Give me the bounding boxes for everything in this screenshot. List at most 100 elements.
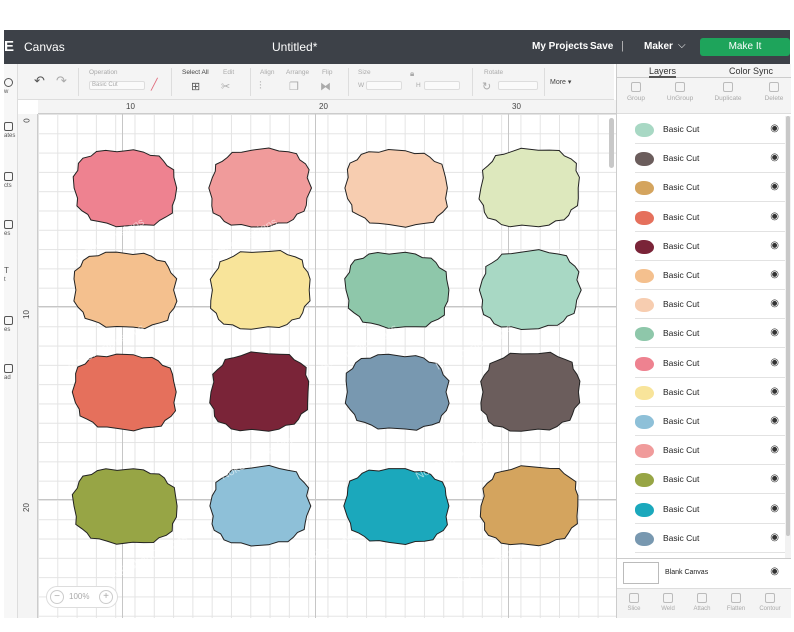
more-menu[interactable]: More ▾	[550, 78, 571, 86]
flip-icon[interactable]: ⧓	[320, 80, 331, 93]
eye-icon[interactable]: ◉	[770, 123, 779, 134]
document-title[interactable]: Untitled*	[272, 40, 317, 54]
pen-icon[interactable]: ╱	[151, 78, 158, 91]
layer-row[interactable]: Basic Cut ◉	[635, 291, 785, 320]
size-label: Size	[358, 69, 371, 76]
top-header: E Canvas Untitled* My Projects Save | Ma…	[4, 30, 790, 64]
layer-row[interactable]: Basic Cut ◉	[635, 437, 785, 466]
ruler-left-label: 20	[21, 503, 31, 512]
scrollbar-thumb[interactable]	[786, 116, 790, 536]
weld-button[interactable]: Weld	[653, 593, 683, 612]
my-projects-link[interactable]: My Projects	[532, 41, 588, 52]
align-icon[interactable]: ⫶	[259, 80, 262, 93]
save-link[interactable]: Save	[590, 41, 613, 52]
arrange-icon[interactable]: ❐	[289, 80, 299, 93]
eye-icon[interactable]: ◉	[770, 503, 779, 514]
layer-thumbnail	[635, 269, 654, 283]
tab-layers[interactable]: Layers	[649, 66, 677, 78]
grid-major-line	[315, 114, 316, 618]
toolbar-divider	[544, 68, 545, 96]
layer-row[interactable]: Basic Cut ◉	[635, 262, 785, 290]
left-rail-item-new[interactable]: w	[4, 78, 18, 95]
layer-row[interactable]: Basic Cut ◉	[635, 350, 785, 378]
ungroup-button[interactable]: UnGroup	[661, 82, 699, 102]
undo-icon[interactable]: ↶	[34, 73, 45, 89]
rotate-icon[interactable]: ↻	[482, 80, 491, 93]
eye-icon[interactable]: ◉	[770, 473, 779, 484]
eye-icon[interactable]: ◉	[770, 357, 779, 368]
design-canvas[interactable]: 10 20 30 0 10 20 NokShopDesigns NokShopDe…	[18, 100, 616, 618]
flatten-icon	[731, 593, 741, 603]
eye-icon[interactable]: ◉	[770, 181, 779, 192]
layer-row[interactable]: Basic Cut ◉	[635, 145, 785, 174]
eye-icon[interactable]: ◉	[770, 327, 779, 338]
layer-label: Basic Cut	[663, 211, 700, 222]
weld-label: Weld	[661, 606, 675, 612]
ruler-top-label: 30	[512, 102, 521, 111]
layer-row[interactable]: Basic Cut ◉	[635, 466, 785, 495]
chevron-down-icon[interactable]: ⌵	[678, 40, 686, 51]
rotate-input[interactable]	[498, 81, 538, 90]
tab-color-sync[interactable]: Color Sync	[729, 66, 773, 76]
left-rail-label: cts	[4, 183, 12, 189]
contour-button[interactable]: Contour	[755, 593, 785, 612]
left-rail-item-upload[interactable]: ad	[4, 364, 18, 381]
operation-select[interactable]: Basic Cut	[89, 81, 145, 90]
left-rail-item-images[interactable]: es	[4, 220, 18, 237]
layer-row[interactable]: Basic Cut ◉	[635, 116, 785, 144]
layer-row[interactable]: Basic Cut ◉	[635, 204, 785, 232]
layer-row[interactable]: Basic Cut ◉	[635, 496, 785, 524]
flip-label: Flip	[322, 69, 333, 76]
eye-icon[interactable]: ◉	[770, 532, 779, 543]
layer-row[interactable]: Basic Cut ◉	[635, 379, 785, 407]
attach-button[interactable]: Attach	[687, 593, 717, 612]
left-rail-item-projects[interactable]: cts	[4, 172, 18, 189]
height-input[interactable]	[424, 81, 460, 90]
grid-major-line	[38, 499, 616, 500]
eye-off-icon[interactable]: ◉	[770, 566, 779, 577]
eye-icon[interactable]: ◉	[770, 415, 779, 426]
group-button[interactable]: Group	[617, 82, 655, 102]
layer-row[interactable]: Basic Cut ◉	[635, 525, 785, 553]
left-rail-item-shapes[interactable]: es	[4, 316, 18, 333]
left-tool-rail: w ates cts es Tt es ad	[4, 64, 18, 618]
zoom-in-button[interactable]: +	[99, 590, 113, 604]
layer-row[interactable]: Basic Cut ◉	[635, 320, 785, 349]
layer-row[interactable]: Basic Cut ◉	[635, 174, 785, 203]
layer-row[interactable]: Basic Cut ◉	[635, 233, 785, 261]
width-input[interactable]	[366, 81, 402, 90]
left-rail-label: ad	[4, 375, 11, 381]
left-rail-item-text[interactable]: Tt	[4, 266, 18, 283]
eye-icon[interactable]: ◉	[770, 240, 779, 251]
layer-list-scrollbar[interactable]	[785, 116, 791, 564]
delete-button[interactable]: Delete	[755, 82, 793, 102]
eye-icon[interactable]: ◉	[770, 298, 779, 309]
edit-icon[interactable]: ✂	[221, 80, 230, 93]
slice-button[interactable]: Slice	[619, 593, 649, 612]
layer-row[interactable]: Basic Cut ◉	[635, 408, 785, 436]
zoom-out-button[interactable]: −	[50, 590, 64, 604]
eye-icon[interactable]: ◉	[770, 444, 779, 455]
layer-label: Basic Cut	[663, 153, 700, 164]
machine-select[interactable]: Maker	[644, 41, 673, 52]
flatten-button[interactable]: Flatten	[721, 593, 751, 612]
make-it-button[interactable]: Make It	[700, 38, 790, 56]
slice-label: Slice	[627, 606, 641, 612]
eye-icon[interactable]: ◉	[770, 211, 779, 222]
canvas-grid[interactable]	[38, 114, 616, 618]
left-rail-label: t	[4, 277, 6, 283]
flatten-label: Flatten	[726, 606, 746, 612]
select-all-icon[interactable]: ⊞	[191, 80, 200, 93]
plus-icon	[4, 78, 13, 87]
redo-icon[interactable]: ↷	[56, 73, 67, 89]
eye-icon[interactable]: ◉	[770, 152, 779, 163]
left-rail-item-templates[interactable]: ates	[4, 122, 18, 139]
menu-icon[interactable]: E	[4, 38, 14, 55]
eye-icon[interactable]: ◉	[770, 269, 779, 280]
lock-icon[interactable]: 🔒︎	[410, 69, 414, 79]
canvas-scrollbar[interactable]	[609, 118, 614, 168]
eye-icon[interactable]: ◉	[770, 386, 779, 397]
left-rail-label: w	[4, 89, 9, 95]
blank-canvas-row[interactable]: Blank Canvas ◉	[617, 558, 791, 588]
duplicate-button[interactable]: Duplicate	[709, 82, 747, 102]
